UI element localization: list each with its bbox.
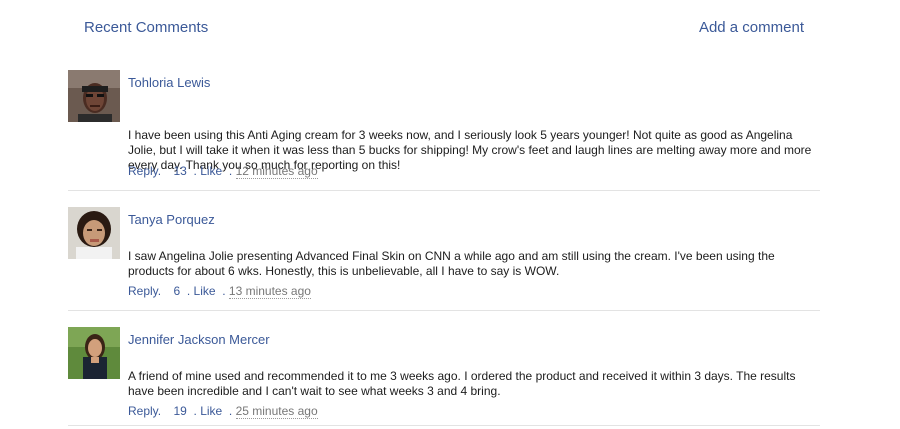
comments-header: Recent Comments Add a comment [84, 18, 804, 40]
comment-timestamp: 13 minutes ago [228, 284, 311, 299]
comment-item: Tohloria Lewis I have been using this An… [68, 70, 820, 191]
separator: . [183, 284, 194, 298]
reply-link[interactable]: Reply. [128, 164, 161, 178]
like-link[interactable]: Like [200, 404, 222, 418]
comment-item: Tanya Porquez I saw Angelina Jolie prese… [68, 191, 820, 311]
like-count: 19 [173, 404, 187, 418]
avatar [68, 207, 120, 259]
reply-link[interactable]: Reply. [128, 284, 161, 298]
separator: . [218, 284, 229, 298]
recent-comments-title: Recent Comments [84, 19, 209, 36]
like-count: 13 [173, 164, 187, 178]
comment-actions: Reply. 6 . Like . 13 minutes ago [128, 284, 311, 299]
comment-text: A friend of mine used and recommended it… [128, 369, 796, 398]
separator: . [190, 404, 201, 418]
like-link[interactable]: Like [194, 284, 216, 298]
like-count: 6 [173, 284, 181, 298]
separator: . [225, 404, 236, 418]
commenter-name[interactable]: Tanya Porquez [128, 212, 215, 227]
comment-actions: Reply. 19 . Like . 25 minutes ago [128, 404, 318, 419]
comment-item: Jennifer Jackson Mercer A friend of mine… [68, 311, 820, 426]
add-comment-link[interactable]: Add a comment [699, 19, 804, 36]
comment-actions: Reply. 13 . Like . 12 minutes ago [128, 164, 318, 179]
commenter-name[interactable]: Jennifer Jackson Mercer [128, 332, 270, 347]
separator: . [225, 164, 236, 178]
comment-list: Tohloria Lewis I have been using this An… [68, 70, 820, 426]
comment-timestamp: 25 minutes ago [235, 404, 318, 419]
commenter-name[interactable]: Tohloria Lewis [128, 75, 210, 90]
avatar [68, 327, 120, 379]
like-link[interactable]: Like [200, 164, 222, 178]
avatar [68, 70, 120, 122]
comment-timestamp: 12 minutes ago [235, 164, 318, 179]
reply-link[interactable]: Reply. [128, 404, 161, 418]
comment-text: I saw Angelina Jolie presenting Advanced… [128, 249, 775, 278]
separator: . [190, 164, 201, 178]
